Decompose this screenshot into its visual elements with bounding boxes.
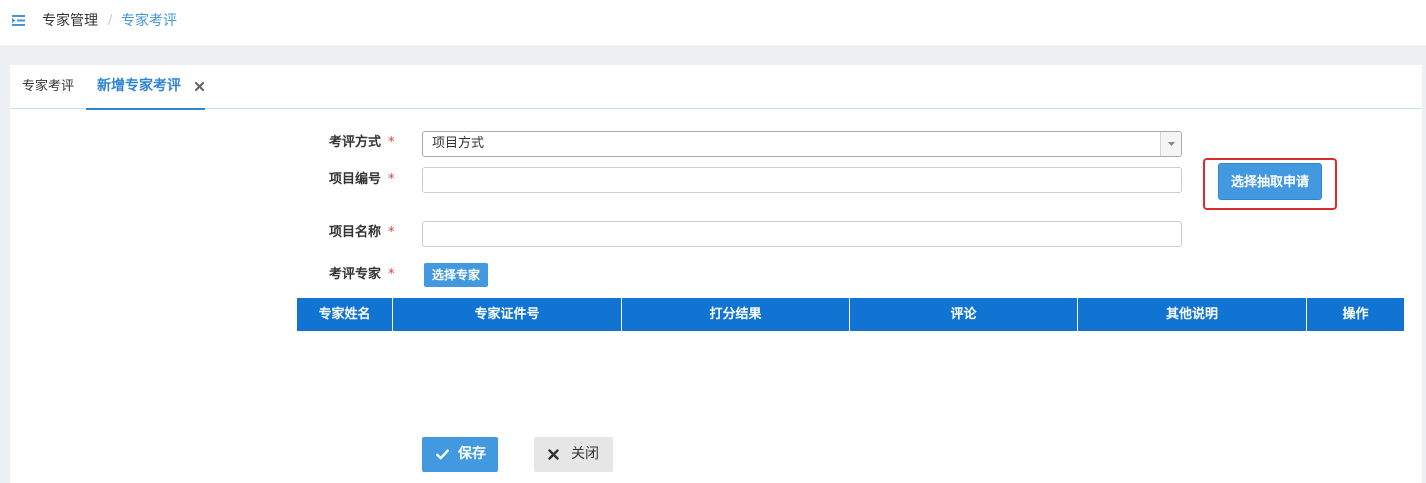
save-label: 保存 xyxy=(458,446,486,462)
breadcrumb: 专家管理 / 专家考评 xyxy=(0,10,400,32)
close-icon xyxy=(548,449,561,460)
chevron-down-icon[interactable] xyxy=(1160,132,1181,156)
review-method-label: 考评方式 xyxy=(329,135,382,150)
required-mark: * xyxy=(388,135,395,150)
tab-add-expert-review[interactable]: 新增专家考评 xyxy=(86,65,205,110)
reviewers-label: 考评专家 xyxy=(329,267,382,282)
project-name-label: 项目名称 xyxy=(329,225,382,240)
column-header-actions: 操作 xyxy=(1342,307,1369,322)
required-mark: * xyxy=(388,267,395,282)
menu-list-icon xyxy=(12,15,25,26)
required-mark: * xyxy=(388,225,395,240)
column-header-other-notes: 其他说明 xyxy=(1078,298,1307,331)
project-number-label: 项目编号 xyxy=(329,172,382,187)
select-expert-button[interactable]: 选择专家 xyxy=(424,263,488,287)
tab-bar: 专家考评 新增专家考评 xyxy=(10,65,1422,110)
column-header-comment: 评论 xyxy=(850,298,1078,331)
check-icon xyxy=(436,449,449,460)
save-button[interactable]: 保存 xyxy=(422,437,498,472)
close-button[interactable]: 关闭 xyxy=(534,437,613,472)
review-method-select[interactable]: 项目方式 xyxy=(422,131,1182,157)
column-header-expert-name: 专家姓名 xyxy=(297,298,393,331)
column-header-expert-id: 专家证件号 xyxy=(393,298,622,331)
tab-label: 新增专家考评 xyxy=(97,78,181,94)
select-application-button[interactable]: 选择抽取申请 xyxy=(1218,163,1322,200)
expert-table-header: 专家姓名 专家证件号 打分结果 评论 其他说明 操作 xyxy=(297,298,1404,331)
review-method-value: 项目方式 xyxy=(432,136,485,151)
tab-expert-review[interactable]: 专家考评 xyxy=(22,65,74,108)
breadcrumb-separator: / xyxy=(108,13,113,28)
required-mark: * xyxy=(388,172,395,187)
close-icon[interactable] xyxy=(195,82,204,91)
breadcrumb-parent: 专家管理 xyxy=(42,13,98,29)
project-name-input[interactable] xyxy=(422,221,1182,247)
main-panel: 专家考评 新增专家考评 考评方式 * 项目方式 项目编号 * 选择抽取申请 项目… xyxy=(10,65,1422,483)
project-number-input[interactable] xyxy=(422,167,1182,193)
tab-label: 专家考评 xyxy=(22,79,75,94)
column-header-score: 打分结果 xyxy=(622,298,850,331)
breadcrumb-current[interactable]: 专家考评 xyxy=(121,10,177,32)
close-label: 关闭 xyxy=(571,446,599,462)
